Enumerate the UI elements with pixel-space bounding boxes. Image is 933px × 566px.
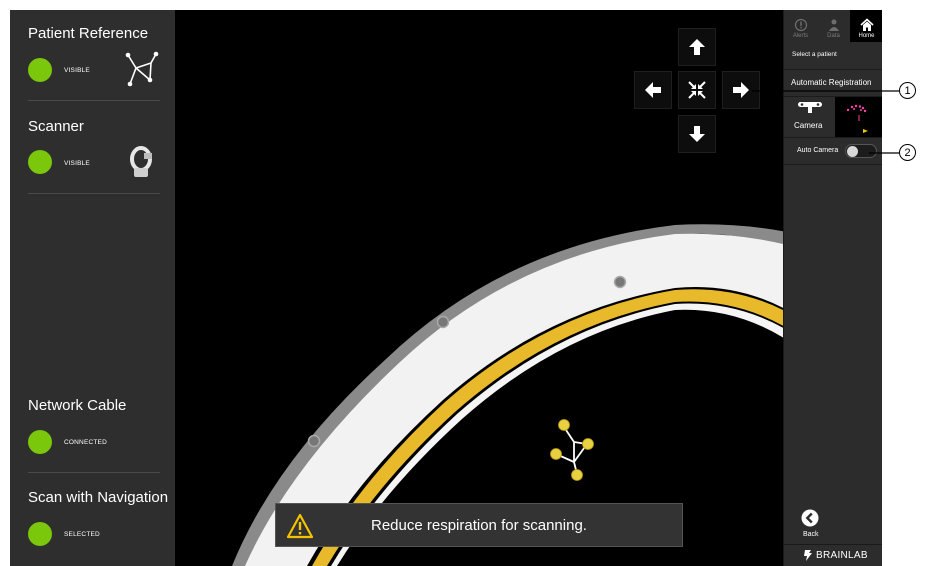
callout-1: 1 xyxy=(899,82,916,99)
callout-2: 2 xyxy=(899,144,916,161)
callout-lines xyxy=(752,90,899,154)
